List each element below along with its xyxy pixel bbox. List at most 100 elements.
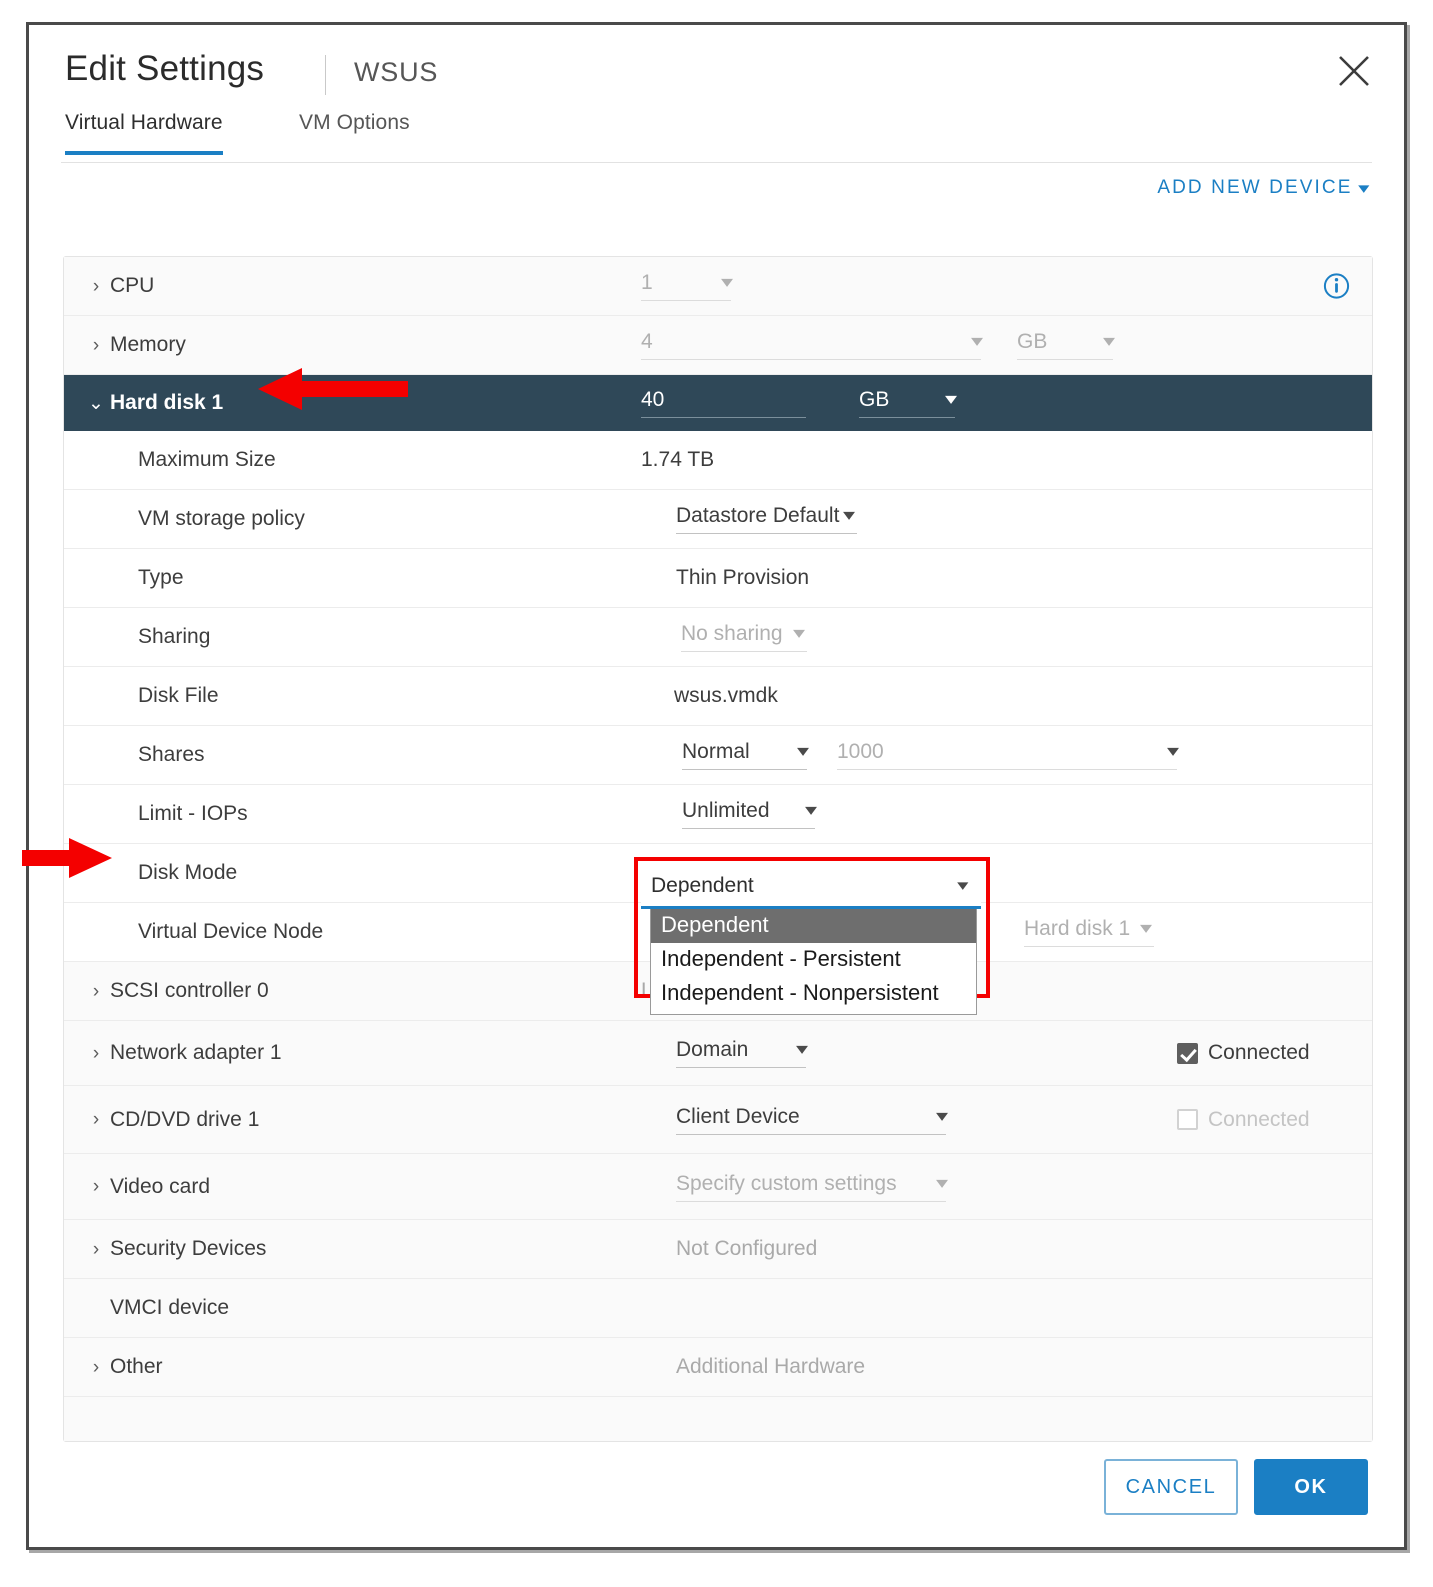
shares-value: Normal: [682, 740, 750, 763]
row-label-security-devices: Security Devices: [110, 1237, 267, 1260]
video-card-select[interactable]: Specify custom settings ▾: [676, 1172, 948, 1202]
row-label-other: Other: [110, 1355, 163, 1378]
row-label-limit-iops: Limit - IOPs: [138, 802, 248, 825]
virtual-device-node-value: Hard disk 1: [1024, 917, 1131, 940]
info-circle-icon[interactable]: [1323, 273, 1350, 300]
chevron-down-icon: ▾: [970, 333, 984, 350]
row-vm-storage-policy[interactable]: › VM storage policy Datastore Default ▾: [64, 490, 1372, 549]
chevron-right-icon[interactable]: ›: [82, 1044, 110, 1063]
row-label-disk-file: Disk File: [138, 684, 219, 707]
disk-mode-dropdown-list[interactable]: Dependent Independent - Persistent Indep…: [650, 909, 977, 1016]
network-adapter-group: Domain ▾: [676, 1021, 808, 1085]
ok-button[interactable]: OK: [1254, 1459, 1368, 1515]
network-adapter-select[interactable]: Domain ▾: [676, 1038, 808, 1068]
memory-input[interactable]: 4 ▾: [641, 330, 984, 360]
network-adapter-connected-checkbox[interactable]: Connected: [1177, 1041, 1310, 1065]
chevron-down-icon: ▾: [804, 802, 818, 819]
cd-dvd-select[interactable]: Client Device ▾: [676, 1104, 949, 1135]
table-footer-spacer: [64, 1397, 1372, 1441]
limit-iops-select[interactable]: Unlimited ▾: [682, 799, 818, 829]
row-limit-iops[interactable]: › Limit - IOPs Unlimited ▾: [64, 785, 1372, 844]
type-value: Thin Provision: [676, 566, 810, 589]
memory-value: 4: [641, 330, 653, 353]
chevron-right-icon[interactable]: ›: [82, 1358, 110, 1377]
tab-virtual-hardware[interactable]: Virtual Hardware: [65, 111, 223, 155]
cd-dvd-value: Client Device: [676, 1104, 800, 1128]
vm-storage-policy-select[interactable]: Datastore Default ▾: [676, 504, 858, 534]
row-memory[interactable]: › Memory 4 ▾ GB ▾: [64, 316, 1372, 375]
row-video-card[interactable]: › Video card Specify custom settings ▾: [64, 1154, 1372, 1220]
cpu-value: 1: [641, 271, 653, 294]
add-new-device-button[interactable]: ADD NEW DEVICE ▾: [1157, 177, 1370, 199]
memory-unit-select[interactable]: GB ▾: [1017, 330, 1116, 360]
chevron-down-icon: ▾: [1102, 333, 1116, 350]
row-network-adapter-1[interactable]: › Network adapter 1 Domain ▾ Connected: [64, 1021, 1372, 1086]
network-adapter-connected-label: Connected: [1208, 1041, 1310, 1064]
chevron-down-icon: ▾: [935, 1107, 949, 1125]
vm-storage-policy-value: Datastore Default: [676, 504, 840, 527]
row-label-vmci-device: VMCI device: [110, 1296, 230, 1319]
sharing-select[interactable]: No sharing ▾: [681, 622, 807, 652]
edit-settings-dialog: Edit Settings WSUS Virtual Hardware VM O…: [26, 22, 1407, 1550]
chevron-down-icon: ▾: [792, 625, 805, 642]
row-label-hard-disk-1: Hard disk 1: [110, 391, 224, 414]
shares-select[interactable]: Normal ▾: [682, 740, 809, 770]
tab-bar: Virtual Hardware VM Options: [61, 111, 1372, 163]
device-list: › CPU 1 ▾ › Memory 4 ▾ GB ▾ ⌄ Hard disk …: [63, 256, 1373, 1442]
checkbox-icon: [1177, 1109, 1198, 1130]
disk-mode-select[interactable]: Dependent ▾: [641, 865, 981, 909]
row-label-scsi-controller-0: SCSI controller 0: [110, 979, 269, 1002]
row-label-cd-dvd-drive-1: CD/DVD drive 1: [110, 1107, 260, 1131]
tab-vm-options[interactable]: VM Options: [299, 111, 410, 151]
dropdown-option-independent-nonpersistent[interactable]: Independent - Nonpersistent: [651, 977, 976, 1011]
row-shares[interactable]: › Shares Normal ▾ 1000 ▾: [64, 726, 1372, 785]
security-devices-value: Not Configured: [676, 1237, 818, 1260]
dropdown-option-independent-persistent[interactable]: Independent - Persistent: [651, 943, 976, 977]
chevron-right-icon[interactable]: ›: [82, 1177, 110, 1196]
row-vmci-device: › VMCI device: [64, 1279, 1372, 1338]
row-label-disk-mode: Disk Mode: [138, 861, 238, 884]
row-label-type: Type: [138, 566, 184, 589]
limit-iops-value: Unlimited: [682, 799, 770, 822]
row-hard-disk-1[interactable]: ⌄ Hard disk 1 40 GB ▾: [64, 375, 1372, 431]
row-cd-dvd-drive-1[interactable]: › CD/DVD drive 1 Client Device ▾ Connect…: [64, 1086, 1372, 1154]
virtual-device-node-select[interactable]: Hard disk 1 ▾: [1024, 917, 1155, 947]
shares-group: Normal ▾ 1000 ▾: [682, 726, 1179, 784]
chevron-down-icon: ▾: [1140, 920, 1153, 937]
cancel-button[interactable]: CANCEL: [1104, 1459, 1238, 1515]
row-other[interactable]: › Other Additional Hardware: [64, 1338, 1372, 1397]
chevron-down-icon[interactable]: ⌄: [82, 394, 110, 413]
sharing-group: No sharing ▾: [681, 608, 807, 666]
hard-disk-size-input[interactable]: 40: [641, 388, 806, 418]
virtual-device-node-group: Hard disk 1 ▾: [1024, 903, 1155, 961]
chevron-down-icon: ▾: [720, 274, 734, 291]
chevron-right-icon[interactable]: ›: [82, 982, 110, 1001]
disk-mode-value: Dependent: [651, 873, 754, 897]
vm-name-subtitle: WSUS: [354, 57, 439, 87]
cd-dvd-connected-checkbox[interactable]: Connected: [1177, 1108, 1310, 1132]
video-card-group: Specify custom settings ▾: [676, 1154, 948, 1219]
row-label-virtual-device-node: Virtual Device Node: [138, 920, 324, 943]
chevron-right-icon[interactable]: ›: [82, 277, 110, 296]
hard-disk-unit-select[interactable]: GB ▾: [859, 388, 957, 418]
row-label-video-card: Video card: [110, 1174, 211, 1198]
close-icon[interactable]: [1334, 51, 1374, 91]
maximum-size-value: 1.74 TB: [641, 448, 715, 471]
chevron-right-icon[interactable]: ›: [82, 1240, 110, 1259]
shares-amount-input[interactable]: 1000 ▾: [837, 740, 1179, 770]
row-label-sharing: Sharing: [138, 625, 211, 648]
chevron-right-icon[interactable]: ›: [82, 1110, 110, 1129]
chevron-right-icon[interactable]: ›: [82, 336, 110, 355]
row-security-devices[interactable]: › Security Devices Not Configured: [64, 1220, 1372, 1279]
sharing-value: No sharing: [681, 622, 783, 645]
memory-value-group: 4 ▾ GB ▾: [641, 316, 1116, 374]
row-label-memory: Memory: [110, 333, 186, 356]
limit-iops-group: Unlimited ▾: [682, 785, 818, 843]
row-label-cpu: CPU: [110, 274, 155, 297]
dropdown-option-dependent[interactable]: Dependent: [651, 909, 976, 943]
row-sharing[interactable]: › Sharing No sharing ▾: [64, 608, 1372, 667]
row-cpu[interactable]: › CPU 1 ▾: [64, 257, 1372, 316]
memory-unit: GB: [1017, 330, 1048, 353]
cpu-select[interactable]: 1 ▾: [641, 271, 734, 301]
hard-disk-unit: GB: [859, 388, 890, 411]
